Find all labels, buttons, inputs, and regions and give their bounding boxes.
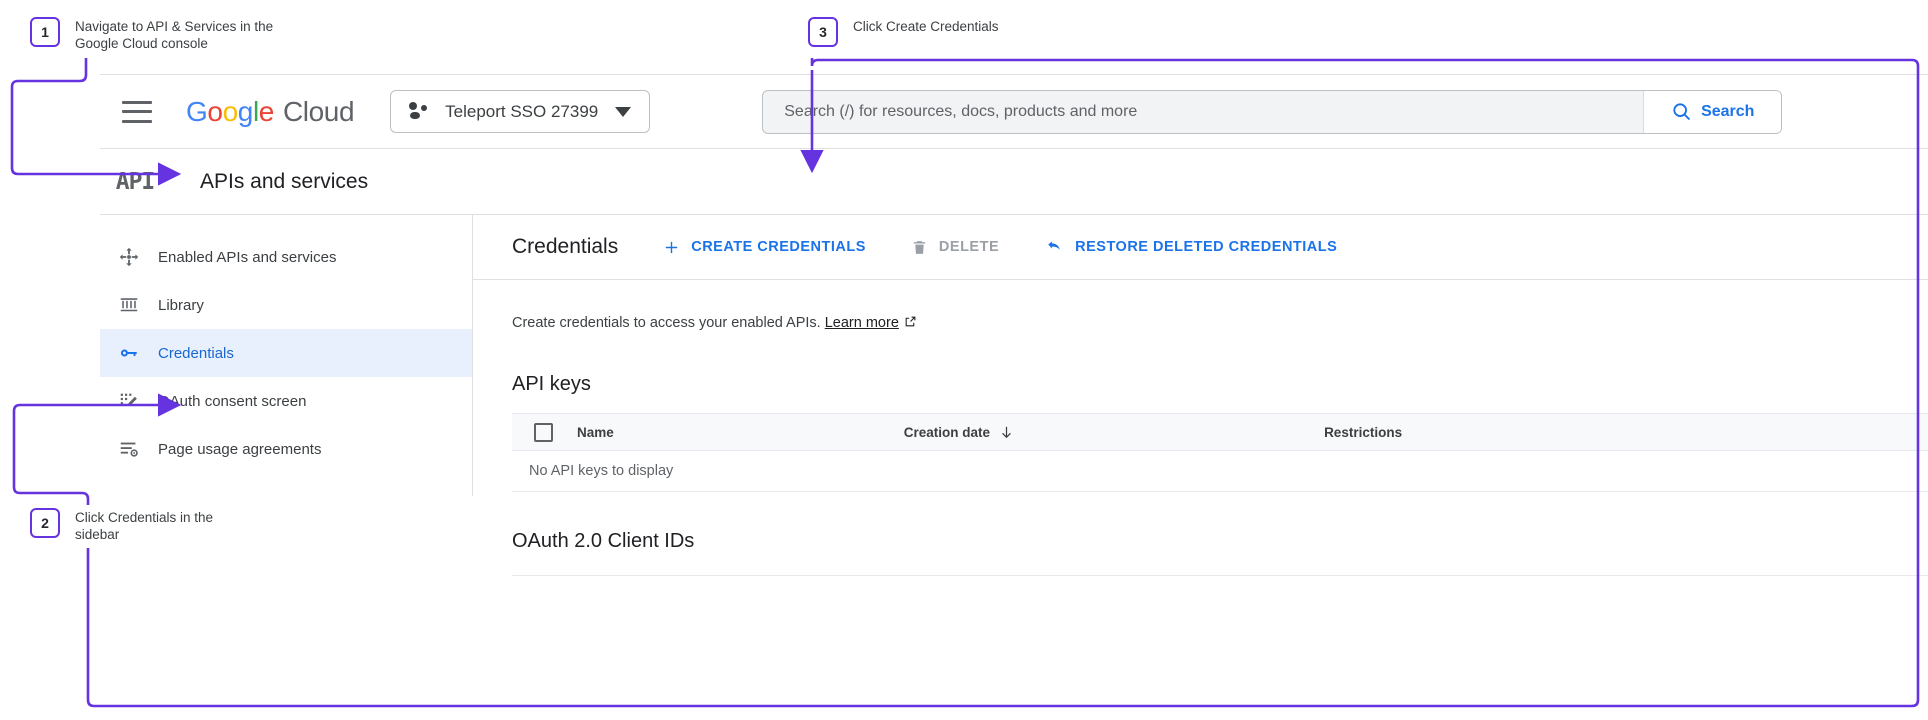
select-all-checkbox[interactable]	[534, 423, 553, 442]
project-name: Teleport SSO 27399	[445, 102, 598, 122]
logo-letter-o2: o	[223, 96, 238, 127]
callout-1-text: Navigate to API & Services in the Google…	[75, 17, 273, 52]
learn-more-link[interactable]: Learn more	[825, 315, 899, 331]
callout-3-text: Click Create Credentials	[853, 17, 999, 35]
key-icon	[100, 342, 158, 364]
table-empty-row: No API keys to display	[512, 451, 1928, 492]
plus-icon	[663, 239, 680, 256]
main-content-pane: Credentials CREATE CREDENTIALS DELETE RE…	[473, 215, 1928, 496]
callout-2-text: Click Credentials in the sidebar	[75, 508, 213, 543]
column-header-creation-date-label: Creation date	[904, 425, 990, 440]
oauth-consent-icon	[100, 390, 158, 412]
delete-button[interactable]: DELETE	[911, 239, 999, 256]
sidebar-item-label: Credentials	[158, 345, 234, 362]
logo-letter-o1: o	[207, 96, 222, 127]
api-keys-table: Name Creation date Restrictions No API k…	[512, 413, 1928, 492]
global-search-bar[interactable]: Search (/) for resources, docs, products…	[762, 90, 1782, 134]
delete-label: DELETE	[939, 239, 999, 255]
search-button-label: Search	[1701, 103, 1754, 121]
column-header-restrictions[interactable]: Restrictions	[1324, 425, 1402, 440]
sidebar-item-label: OAuth consent screen	[158, 393, 306, 410]
callout-1: 1 Navigate to API & Services in the Goog…	[30, 17, 273, 52]
restore-deleted-credentials-button[interactable]: RESTORE DELETED CREDENTIALS	[1044, 239, 1337, 256]
project-selector[interactable]: Teleport SSO 27399	[390, 90, 650, 133]
content-page-title: Credentials	[512, 235, 618, 259]
search-button[interactable]: Search	[1643, 91, 1781, 133]
sidebar-item-enabled-apis[interactable]: Enabled APIs and services	[100, 233, 472, 281]
console-topbar: GoogleCloud Teleport SSO 27399 Search (/…	[100, 75, 1928, 148]
callout-3-number: 3	[808, 17, 838, 47]
table-header-row: Name Creation date Restrictions	[512, 413, 1928, 451]
trash-icon	[911, 239, 928, 256]
create-credentials-button[interactable]: CREATE CREDENTIALS	[663, 239, 866, 256]
sidebar-item-label: Enabled APIs and services	[158, 249, 336, 266]
api-icon: API	[106, 169, 164, 195]
sidebar-item-oauth-consent-screen[interactable]: OAuth consent screen	[100, 377, 472, 425]
callout-1-number: 1	[30, 17, 60, 47]
hamburger-menu-icon[interactable]	[122, 101, 152, 123]
library-icon	[100, 294, 158, 316]
content-body: Create credentials to access your enable…	[473, 279, 1928, 496]
oauth-table-divider	[512, 575, 1928, 576]
empty-state-text: No API keys to display	[529, 463, 673, 479]
api-keys-heading: API keys	[512, 373, 1928, 396]
callout-3: 3 Click Create Credentials	[808, 17, 999, 47]
product-title-row: API APIs and services	[100, 149, 1928, 214]
callout-2-number: 2	[30, 508, 60, 538]
logo-word-cloud: Cloud	[283, 96, 354, 127]
content-toolbar: Credentials CREATE CREDENTIALS DELETE RE…	[473, 215, 1928, 279]
google-cloud-logo[interactable]: GoogleCloud	[186, 96, 354, 128]
google-cloud-console-window: GoogleCloud Teleport SSO 27399 Search (/…	[100, 74, 1928, 496]
restore-label: RESTORE DELETED CREDENTIALS	[1075, 239, 1337, 255]
sidebar-item-label: Page usage agreements	[158, 441, 321, 458]
search-placeholder: Search (/) for resources, docs, products…	[784, 103, 1137, 121]
sidebar-item-label: Library	[158, 297, 204, 314]
description-text: Create credentials to access your enable…	[512, 315, 821, 331]
logo-letter-g: G	[186, 96, 207, 127]
logo-letter-e: e	[259, 96, 274, 127]
chevron-down-icon	[615, 107, 631, 117]
dashboard-move-icon	[100, 246, 158, 268]
page-usage-icon	[100, 438, 158, 460]
column-header-creation-date[interactable]: Creation date	[904, 425, 1014, 440]
search-input[interactable]: Search (/) for resources, docs, products…	[763, 91, 1643, 133]
arrow-down-icon	[999, 425, 1014, 440]
callout-2: 2 Click Credentials in the sidebar	[30, 508, 213, 543]
page-title: APIs and services	[200, 170, 368, 194]
logo-letter-g2: g	[238, 96, 253, 127]
create-credentials-label: CREATE CREDENTIALS	[691, 239, 866, 255]
sidebar-item-library[interactable]: Library	[100, 281, 472, 329]
project-icon	[409, 102, 431, 122]
sidebar-item-credentials[interactable]: Credentials	[100, 329, 472, 377]
undo-icon	[1044, 239, 1064, 256]
oauth-clients-heading: OAuth 2.0 Client IDs	[512, 530, 1928, 553]
sidebar-item-page-usage-agreements[interactable]: Page usage agreements	[100, 425, 472, 473]
column-header-name[interactable]: Name	[577, 425, 614, 440]
search-icon	[1671, 101, 1692, 122]
sidebar-nav: Enabled APIs and services Library	[100, 215, 472, 496]
external-link-icon	[904, 315, 917, 332]
credentials-description: Create credentials to access your enable…	[512, 315, 1928, 332]
